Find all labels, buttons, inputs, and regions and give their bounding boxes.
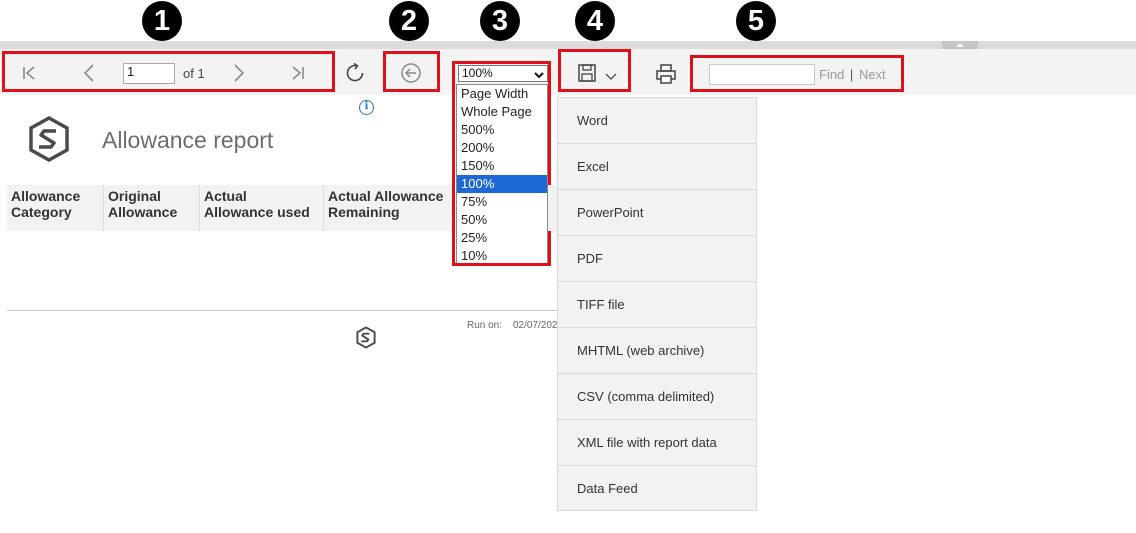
column-header-line: Allowance used (204, 204, 310, 220)
export-tiff[interactable]: TIFF file (558, 282, 756, 328)
column-header-line: Actual Allowance (328, 188, 444, 204)
export-xml[interactable]: XML file with report data (558, 420, 756, 466)
run-on-label: Run on: (467, 320, 503, 331)
export-word[interactable]: Word (558, 98, 756, 144)
column-header-line: Remaining (328, 204, 400, 220)
marker-3: 3 (480, 1, 520, 41)
export-excel[interactable]: Excel (558, 144, 756, 190)
collapse-toolbar-button[interactable] (942, 41, 978, 49)
export-data-feed[interactable]: Data Feed (558, 466, 756, 512)
column-header-line: Original (108, 188, 161, 204)
export-pdf[interactable]: PDF (558, 236, 756, 282)
column-header-original-allowance: Original Allowance (104, 185, 200, 231)
export-format-menu: Word Excel PowerPoint PDF TIFF file MHTM… (557, 97, 757, 511)
export-csv[interactable]: CSV (comma delimited) (558, 374, 756, 420)
marker-4: 4 (575, 1, 615, 41)
column-header-line: Actual (204, 188, 247, 204)
report-title: Allowance report (102, 127, 274, 153)
export-highlight (558, 49, 631, 92)
refresh-icon[interactable] (342, 60, 368, 86)
column-header-allowance-category: Allowance Category (7, 185, 104, 231)
column-header-actual-allowance-remaining: Actual Allowance Remaining (324, 185, 452, 231)
report-viewer: 1 2 3 4 5 1 of 1 100% Page Width Whole P… (0, 0, 1136, 533)
footer-divider (7, 310, 567, 311)
column-header-line: Allowance (11, 188, 81, 204)
export-mhtml[interactable]: MHTML (web archive) (558, 328, 756, 374)
column-header-line: Category (11, 204, 72, 220)
back-highlight (383, 51, 440, 92)
column-header-actual-allowance-used: Actual Allowance used (200, 185, 324, 231)
marker-2: 2 (389, 1, 429, 41)
info-icon[interactable]: i (359, 100, 374, 115)
pager-highlight (2, 51, 335, 92)
marker-5: 5 (736, 1, 776, 41)
footer-logo-icon (355, 326, 377, 354)
find-highlight (690, 55, 904, 92)
marker-1: 1 (142, 1, 182, 41)
company-logo-icon (26, 115, 72, 168)
zoom-highlight (452, 61, 551, 266)
column-header-line: Allowance (108, 204, 178, 220)
run-on-date: 02/07/2021 (513, 320, 557, 331)
export-powerpoint[interactable]: PowerPoint (558, 190, 756, 236)
print-icon[interactable] (654, 62, 678, 86)
